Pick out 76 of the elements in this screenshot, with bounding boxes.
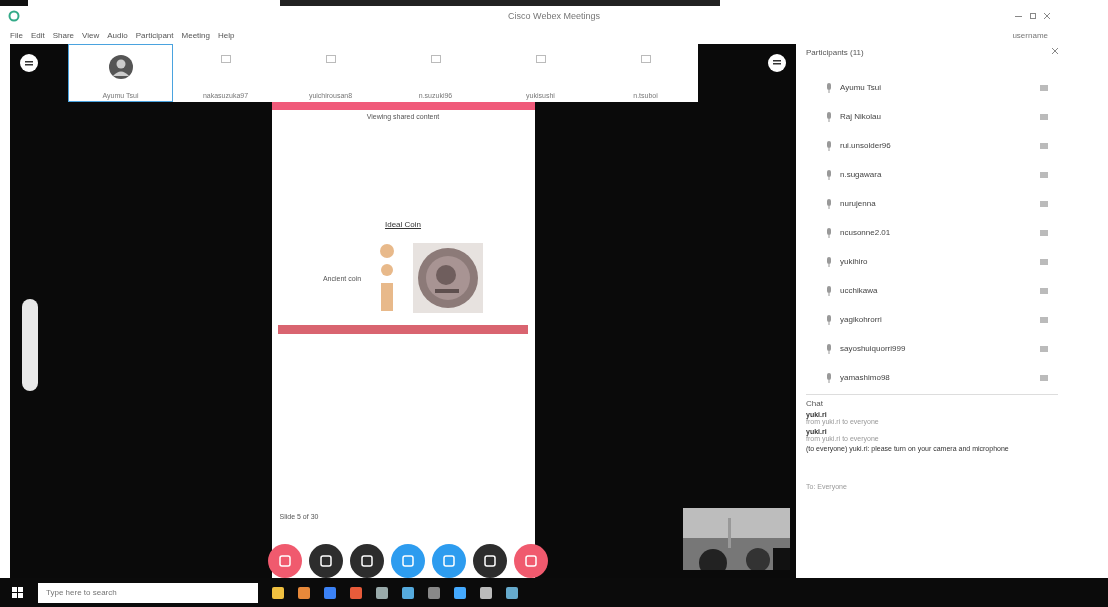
menu-item[interactable]: Participant bbox=[135, 30, 174, 40]
leave-button[interactable] bbox=[268, 544, 302, 578]
menu-item[interactable]: Share bbox=[52, 30, 75, 40]
user-menu[interactable]: username bbox=[1012, 30, 1048, 40]
menu-item[interactable]: File bbox=[10, 30, 23, 40]
menu-icon[interactable] bbox=[768, 54, 786, 72]
video-off-icon bbox=[430, 55, 441, 63]
video-off-icon bbox=[535, 55, 546, 63]
microphone-icon bbox=[826, 82, 832, 93]
video-icon bbox=[1040, 316, 1048, 323]
participant-name: sayoshuiquorri999 bbox=[840, 344, 907, 353]
participant-name: yagikohrorri bbox=[840, 315, 883, 324]
close-icon[interactable] bbox=[1052, 48, 1058, 54]
taskbar-app-icon[interactable] bbox=[402, 586, 414, 599]
zoom-control[interactable] bbox=[22, 299, 38, 391]
taskbar-app-icon[interactable] bbox=[428, 586, 440, 599]
video-icon bbox=[1040, 200, 1048, 207]
video-icon bbox=[1040, 287, 1048, 294]
window-title: Cisco Webex Meetings bbox=[508, 11, 600, 21]
video-icon bbox=[1040, 142, 1048, 149]
video-off-icon bbox=[220, 55, 231, 63]
taskbar-app-icon[interactable] bbox=[454, 586, 466, 599]
video-off-icon bbox=[640, 55, 651, 63]
taskbar-app-icon[interactable] bbox=[298, 586, 310, 599]
menu-item[interactable]: Help bbox=[218, 30, 235, 40]
participant-name: nurujenna bbox=[840, 199, 877, 208]
microphone-icon bbox=[826, 169, 832, 180]
taskbar-app-icon[interactable] bbox=[480, 586, 492, 599]
video-icon bbox=[1040, 374, 1048, 381]
microphone-icon bbox=[826, 198, 832, 209]
video-icon bbox=[1040, 113, 1048, 120]
close-icon[interactable] bbox=[1044, 13, 1050, 19]
avatar-icon bbox=[108, 55, 133, 79]
participant-name: ncusonne2.01 bbox=[840, 228, 892, 237]
app-logo-icon bbox=[8, 10, 20, 22]
video-icon bbox=[1040, 84, 1048, 91]
video-icon bbox=[1040, 229, 1048, 236]
chat-title: Chat bbox=[806, 399, 824, 408]
leave-button[interactable] bbox=[514, 544, 548, 578]
video-icon bbox=[1040, 171, 1048, 178]
panel-title: Participants (11) bbox=[806, 48, 864, 57]
microphone-icon bbox=[826, 285, 832, 296]
menu-item[interactable]: View bbox=[82, 30, 100, 40]
taskbar-app-icon[interactable] bbox=[272, 586, 284, 599]
layout-icon[interactable] bbox=[20, 54, 38, 72]
participant-name: Raj Nikolau bbox=[840, 112, 882, 121]
menu-item[interactable]: Meeting bbox=[181, 30, 210, 40]
windows-icon[interactable] bbox=[12, 586, 24, 599]
participant-name: yamashimo98 bbox=[840, 373, 891, 382]
video-icon bbox=[1040, 345, 1048, 352]
participant-name: yukihiro bbox=[840, 257, 869, 266]
video-off-icon bbox=[325, 55, 336, 63]
microphone-icon bbox=[826, 314, 832, 325]
maximize-icon[interactable] bbox=[1030, 13, 1036, 19]
taskbar-app-icon[interactable] bbox=[324, 586, 336, 599]
minimize-icon[interactable] bbox=[1015, 15, 1022, 17]
microphone-icon bbox=[826, 227, 832, 238]
microphone-icon bbox=[826, 343, 832, 354]
participant-name: ucchikawa bbox=[840, 286, 879, 295]
slide-title: Ideal Coin bbox=[385, 220, 421, 229]
participant-name: rui.unsolder96 bbox=[840, 141, 892, 150]
taskbar-app-icon[interactable] bbox=[376, 586, 388, 599]
video-icon bbox=[1040, 258, 1048, 265]
microphone-icon bbox=[826, 111, 832, 122]
shapes-drawing bbox=[379, 243, 396, 313]
participant-name: Ayumu Tsui bbox=[840, 83, 883, 92]
microphone-icon bbox=[826, 372, 832, 383]
search-field[interactable]: Type here to search bbox=[38, 582, 258, 603]
microphone-icon bbox=[826, 256, 832, 267]
menu-item[interactable]: Edit bbox=[30, 30, 45, 40]
dark-bar bbox=[0, 0, 28, 6]
taskbar-app-icon[interactable] bbox=[506, 586, 518, 599]
microphone-icon bbox=[826, 140, 832, 151]
menu-item[interactable]: Audio bbox=[107, 30, 128, 40]
participant-name: n.sugawara bbox=[840, 170, 883, 179]
taskbar-app-icon[interactable] bbox=[350, 586, 362, 599]
